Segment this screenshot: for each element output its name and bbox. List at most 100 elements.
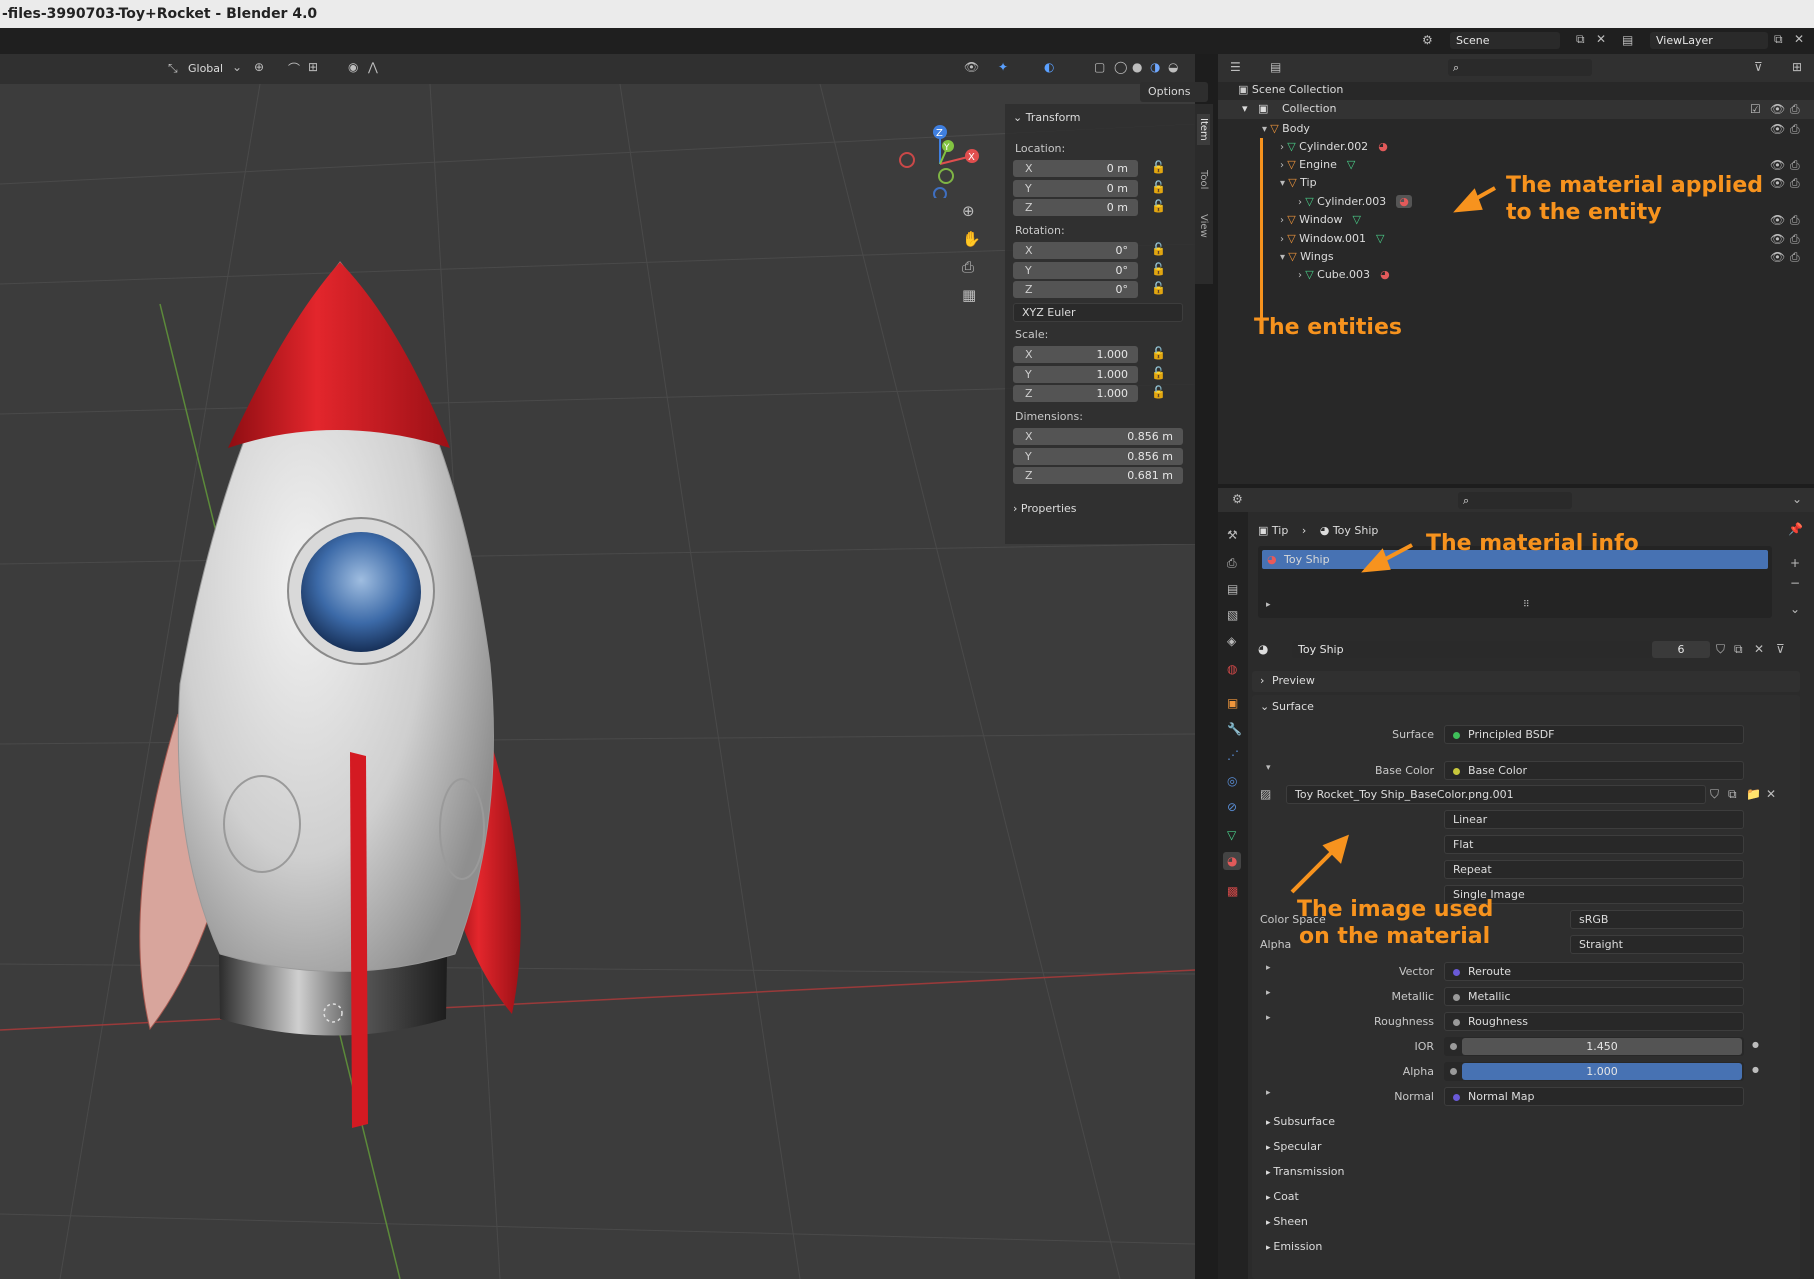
mesh-data-icon[interactable]: ▽: [1376, 232, 1384, 245]
transform-header[interactable]: ⌄ Transform: [1013, 109, 1080, 127]
render-camera-icon[interactable]: ⎙: [1790, 232, 1800, 247]
unlink-x-icon[interactable]: ✕: [1766, 787, 1776, 801]
filter-icon[interactable]: ⊽: [1754, 60, 1763, 74]
location-z-field[interactable]: Z 0 m: [1013, 199, 1138, 216]
outliner-item-tip[interactable]: ▾ ▽ Tip: [1280, 174, 1317, 192]
scene-collection-row[interactable]: ▣ Scene Collection: [1238, 81, 1343, 99]
expand-arrow-icon[interactable]: ▾: [1266, 763, 1271, 773]
lock-icon[interactable]: 🔓: [1151, 242, 1166, 256]
rendered-shading-icon[interactable]: ◒: [1168, 60, 1178, 74]
properties-search-input[interactable]: ⌕: [1458, 492, 1572, 509]
section-specular[interactable]: ▸ Specular: [1266, 1138, 1321, 1156]
pin-icon[interactable]: 📌: [1788, 522, 1803, 536]
material-tab-icon[interactable]: ◕: [1223, 852, 1242, 870]
display-mode-icon[interactable]: ▤: [1270, 60, 1281, 74]
keyframe-dot-icon[interactable]: ●: [1752, 1040, 1759, 1049]
metallic-field[interactable]: Metallic: [1444, 987, 1744, 1006]
constraints-tab-icon[interactable]: ⊘: [1227, 800, 1237, 814]
mesh-data-icon[interactable]: ▽: [1347, 158, 1355, 171]
eye-icon[interactable]: 👁: [1770, 232, 1785, 246]
material-icon[interactable]: ◕: [1380, 268, 1390, 281]
pan-hand-icon[interactable]: ✋: [962, 230, 981, 248]
solid-shading-icon[interactable]: ●: [1132, 60, 1142, 74]
texture-tab-icon[interactable]: ▩: [1227, 884, 1238, 898]
chevron-down-icon[interactable]: ⌄: [1792, 492, 1802, 506]
scene-selector[interactable]: Scene: [1450, 32, 1560, 49]
location-x-field[interactable]: X 0 m: [1013, 160, 1138, 177]
rotation-x-field[interactable]: X 0°: [1013, 242, 1138, 259]
snap-increment-icon[interactable]: ⊞: [308, 60, 318, 74]
lock-icon[interactable]: 🔓: [1151, 366, 1166, 380]
visibility-icon[interactable]: 👁: [964, 60, 979, 74]
outliner-item-engine[interactable]: › ▽ Engine ▽: [1280, 156, 1355, 174]
extension-dropdown[interactable]: Repeat: [1444, 860, 1744, 879]
open-folder-icon[interactable]: 📁: [1746, 787, 1761, 801]
interpolation-dropdown[interactable]: Linear: [1444, 810, 1744, 829]
chevron-down-icon[interactable]: ⌄: [1260, 698, 1269, 716]
wireframe-shading-icon[interactable]: ◯: [1114, 60, 1127, 74]
section-transmission[interactable]: ▸ Transmission: [1266, 1163, 1344, 1181]
outliner-item-cube-003[interactable]: › ▽ Cube.003 ◕: [1298, 266, 1390, 284]
camera-icon[interactable]: ⎙: [962, 258, 974, 276]
expand-arrow-icon[interactable]: ▾: [1280, 178, 1288, 189]
close-icon[interactable]: ✕: [1596, 32, 1606, 46]
render-camera-icon[interactable]: ⎙: [1790, 250, 1800, 265]
outliner-item-window-001[interactable]: › ▽ Window.001 ▽: [1280, 230, 1384, 248]
overlay-icon[interactable]: ◐: [1044, 60, 1054, 74]
lock-icon[interactable]: 🔓: [1151, 385, 1166, 399]
new-viewlayer-icon[interactable]: ⧉: [1774, 32, 1783, 47]
scene-tab-icon[interactable]: ◈: [1227, 634, 1236, 648]
falloff-icon[interactable]: ⋀: [368, 60, 378, 74]
lock-icon[interactable]: 🔓: [1151, 262, 1166, 276]
location-y-field[interactable]: Y 0 m: [1013, 179, 1138, 197]
eye-icon[interactable]: 👁: [1770, 102, 1785, 116]
tab-tool[interactable]: Tool: [1197, 166, 1210, 193]
eye-icon[interactable]: 👁: [1770, 176, 1785, 190]
duplicate-icon[interactable]: ⧉: [1728, 787, 1737, 802]
lock-icon[interactable]: 🔓: [1151, 199, 1166, 213]
expand-arrow-icon[interactable]: ▾: [1242, 100, 1248, 118]
mesh-data-tab-icon[interactable]: ▽: [1227, 828, 1236, 842]
alpha-mode-dropdown[interactable]: Straight: [1570, 935, 1744, 954]
material-name-field[interactable]: Toy Ship: [1292, 641, 1652, 658]
collection-row[interactable]: ▾ ▣ Collection ☑ 👁 ⎙: [1218, 100, 1814, 119]
outliner-item-body[interactable]: ▾ ▽ Body: [1262, 120, 1310, 138]
world-tab-icon[interactable]: ◍: [1227, 662, 1237, 676]
expand-arrow-icon[interactable]: ▸: [1266, 988, 1271, 998]
physics-tab-icon[interactable]: ◎: [1227, 774, 1237, 788]
eye-icon[interactable]: 👁: [1770, 122, 1785, 136]
dimensions-z-field[interactable]: Z 0.681 m: [1013, 467, 1183, 484]
section-coat[interactable]: ▸ Coat: [1266, 1188, 1299, 1206]
user-count[interactable]: 6: [1652, 641, 1710, 658]
breadcrumb-material[interactable]: Toy Ship: [1333, 524, 1379, 537]
image-name-field[interactable]: Toy Rocket_Toy Ship_BaseColor.png.001: [1286, 785, 1706, 804]
fake-user-shield-icon[interactable]: ⛉: [1710, 787, 1719, 802]
base-color-field[interactable]: Base Color: [1444, 761, 1744, 780]
section-emission[interactable]: ▸ Emission: [1266, 1238, 1322, 1256]
particles-tab-icon[interactable]: ⋰: [1227, 748, 1239, 762]
viewlayer-selector[interactable]: ViewLayer: [1650, 32, 1768, 49]
dimensions-y-field[interactable]: Y 0.856 m: [1013, 447, 1183, 465]
mesh-data-icon[interactable]: ▽: [1353, 213, 1361, 226]
view-layer-tab-icon[interactable]: ▧: [1227, 608, 1238, 622]
section-sheen[interactable]: ▸ Sheen: [1266, 1213, 1308, 1231]
preview-panel-header[interactable]: › Preview: [1252, 671, 1800, 692]
rotation-z-field[interactable]: Z 0°: [1013, 281, 1138, 298]
options-button[interactable]: Options: [1140, 82, 1208, 102]
projection-dropdown[interactable]: Flat: [1444, 835, 1744, 854]
tab-view[interactable]: View: [1197, 210, 1210, 242]
expand-arrow-icon[interactable]: ▾: [1262, 124, 1270, 135]
modifier-wrench-icon[interactable]: 🔧: [1227, 722, 1242, 736]
breadcrumb-object[interactable]: Tip: [1272, 524, 1288, 537]
rotation-mode-dropdown[interactable]: XYZ Euler: [1013, 303, 1183, 322]
scene-icon[interactable]: ⚙: [1422, 33, 1433, 47]
tool-tab-icon[interactable]: ⚒: [1227, 528, 1238, 542]
dimensions-x-field[interactable]: X 0.856 m: [1013, 428, 1183, 445]
close-viewlayer-icon[interactable]: ✕: [1794, 32, 1804, 46]
remove-slot-icon[interactable]: −: [1790, 576, 1800, 590]
lock-icon[interactable]: 🔓: [1151, 180, 1166, 194]
add-slot-icon[interactable]: +: [1790, 556, 1800, 570]
unlink-x-icon[interactable]: ✕: [1754, 642, 1764, 656]
rotation-y-field[interactable]: Y 0°: [1013, 261, 1138, 279]
checkbox-icon[interactable]: ☑: [1750, 102, 1761, 116]
